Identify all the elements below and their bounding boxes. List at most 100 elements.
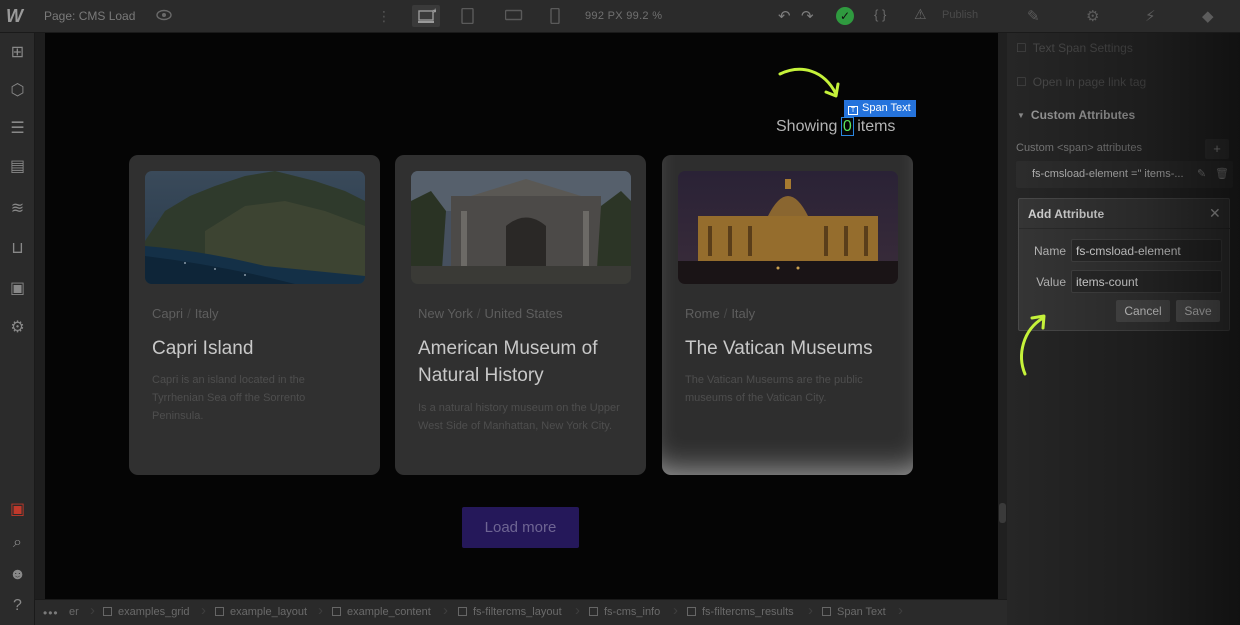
text-span-settings-row[interactable]: ☐ Text Span Settings — [1016, 41, 1133, 55]
code-icon[interactable]: { } — [874, 7, 886, 22]
value-label: Value — [1036, 275, 1066, 289]
card-description: The Vatican Museums are the public museu… — [685, 374, 863, 404]
breadcrumb-label: example_content — [347, 606, 431, 618]
scrollbar-thumb[interactable] — [999, 503, 1006, 523]
top-toolbar: W Page: CMS Load ⋮ ★ 992 PX 99.2 % ↶ ↷ ✓… — [0, 0, 1240, 33]
trash-icon[interactable]: 🗑 — [1215, 167, 1229, 180]
add-attribute-button[interactable]: + — [1205, 139, 1229, 159]
publish-button[interactable]: Publish — [942, 9, 978, 21]
items-count-span[interactable]: 0 — [840, 117, 854, 136]
pointer-arrow-icon — [778, 67, 840, 98]
attribute-row[interactable]: fs-cmsload-element =" items-... ✎ 🗑 — [1016, 161, 1233, 188]
warning-icon[interactable]: ⚠ — [914, 6, 927, 23]
card-location: New York / United States — [418, 306, 563, 321]
svg-text:★: ★ — [432, 8, 436, 15]
items-count-text[interactable]: Showing 0 items — [776, 117, 895, 136]
design-canvas[interactable]: T Span Text Showing 0 items Capri / Italy C — [45, 33, 998, 599]
breadcrumb-label: fs-filtercms_results — [702, 606, 794, 618]
page-link-label: Open in page link tag — [1032, 75, 1147, 89]
card-description: Capri is an island located in the Tyrrhe… — [152, 374, 306, 422]
card-city: Capri — [152, 306, 184, 321]
card-location: Rome / Italy — [685, 306, 756, 321]
eye-icon[interactable] — [156, 9, 172, 21]
symbols-icon[interactable]: ⬡ — [8, 81, 27, 100]
breadcrumb: ••• er › examples_grid › example_layout … — [35, 599, 1007, 625]
card-image-vatican — [678, 171, 898, 284]
custom-attributes-title: Custom Attributes — [1030, 108, 1136, 122]
breadcrumb-label: fs-cms_info — [604, 606, 661, 618]
interactions-icon[interactable]: ⚡ — [1145, 7, 1156, 25]
pages-icon[interactable]: ▤ — [8, 157, 27, 176]
search-icon[interactable]: ⌕ — [8, 533, 27, 552]
checkbox-icon: ☐ — [1016, 75, 1027, 89]
desktop-breakpoint-icon[interactable]: ★ — [412, 5, 440, 27]
chevron-right-icon: › — [673, 602, 678, 619]
style-brush-icon[interactable]: ✎ — [1027, 7, 1040, 25]
custom-attributes-subtitle: Custom <span> attributes — [1016, 142, 1142, 154]
dialog-title: Add Attribute — [1028, 207, 1105, 221]
attribute-text: fs-cmsload-element =" items-... — [1032, 168, 1184, 180]
showing-prefix: Showing — [776, 118, 838, 135]
more-options-icon[interactable]: ⋮ — [377, 8, 391, 25]
name-label: Name — [1033, 244, 1066, 258]
breadcrumb-label: examples_grid — [118, 606, 190, 618]
page-selector[interactable]: Page: CMS Load — [44, 9, 135, 23]
selected-element-tag[interactable]: T Span Text — [844, 100, 916, 117]
chevron-right-icon: › — [808, 602, 813, 619]
redo-icon[interactable]: ↷ — [801, 7, 814, 25]
card-image-capri — [145, 171, 365, 284]
load-more-button[interactable]: Load more — [462, 507, 579, 548]
landscape-breakpoint-icon[interactable] — [499, 5, 527, 27]
text-span-settings-label: Text Span Settings — [1032, 41, 1133, 55]
chevron-right-icon: › — [318, 602, 323, 619]
check-icon[interactable]: ✓ — [836, 7, 854, 25]
cancel-button[interactable]: Cancel — [1116, 300, 1170, 322]
undo-icon[interactable]: ↶ — [778, 7, 791, 25]
chevron-right-icon: › — [898, 602, 903, 619]
card-country: United States — [484, 306, 563, 321]
value-field[interactable] — [1071, 270, 1222, 293]
breadcrumb-item[interactable]: examples_grid — [103, 606, 190, 618]
name-field[interactable] — [1071, 239, 1222, 262]
canvas-scrollbar[interactable] — [998, 33, 1007, 599]
chevron-right-icon: › — [443, 602, 448, 619]
page-link-row[interactable]: ☐ Open in page link tag — [1016, 75, 1146, 89]
help-icon[interactable]: ? — [8, 596, 27, 615]
add-icon[interactable]: ⊞ — [8, 43, 27, 62]
tablet-breakpoint-icon[interactable] — [455, 5, 483, 27]
assets-icon[interactable]: ▣ — [8, 279, 27, 298]
breadcrumb-item[interactable]: Span Text — [822, 606, 886, 618]
pencil-icon[interactable]: ✎ — [1197, 167, 1206, 180]
text-icon: T — [848, 106, 858, 115]
breadcrumb-item[interactable]: fs-filtercms_layout — [458, 606, 562, 618]
divider — [1019, 228, 1231, 229]
users-icon[interactable]: ☻ — [8, 565, 27, 584]
span-tag-label: Span Text — [862, 102, 911, 114]
left-toolbar: ⊞ ⬡ ☰ ▤ ≋ ⊔ ▣ ⚙ ▣ ⌕ ☻ ? — [0, 33, 35, 625]
portrait-breakpoint-icon[interactable] — [543, 5, 571, 27]
cms-card[interactable]: Capri / Italy Capri Island Capri is an isl… — [129, 155, 380, 475]
cms-icon[interactable]: ≋ — [8, 199, 27, 218]
webflow-logo[interactable]: W — [6, 6, 30, 26]
settings-icon[interactable]: ⚙ — [8, 318, 27, 337]
card-title: Capri Island — [152, 338, 254, 359]
breadcrumb-label: example_layout — [230, 606, 308, 618]
gear-icon[interactable]: ⚙ — [1086, 7, 1099, 25]
drop-icon[interactable]: ◆ — [1202, 7, 1214, 25]
cms-card[interactable]: Rome / Italy The Vatican Museums The Vatic… — [662, 155, 913, 475]
custom-attributes-header[interactable]: ▼ Custom Attributes — [1017, 108, 1135, 122]
ecommerce-icon[interactable]: ⊔ — [8, 239, 27, 258]
cms-card[interactable]: New York / United States American Museum o… — [395, 155, 646, 475]
breadcrumb-item[interactable]: fs-filtercms_results — [687, 606, 794, 618]
breadcrumb-more-icon[interactable]: ••• — [43, 606, 59, 620]
chevron-right-icon: › — [575, 602, 580, 619]
breadcrumb-item[interactable]: er — [69, 606, 79, 618]
audit-icon[interactable]: ▣ — [8, 500, 27, 519]
breadcrumb-item[interactable]: fs-cms_info — [589, 606, 660, 618]
navigator-icon[interactable]: ☰ — [8, 119, 27, 138]
breadcrumb-label: fs-filtercms_layout — [473, 606, 562, 618]
breadcrumb-item[interactable]: example_layout — [215, 606, 307, 618]
breadcrumb-item[interactable]: example_content — [332, 606, 431, 618]
close-icon[interactable]: ✕ — [1209, 205, 1221, 222]
save-button[interactable]: Save — [1176, 300, 1220, 322]
